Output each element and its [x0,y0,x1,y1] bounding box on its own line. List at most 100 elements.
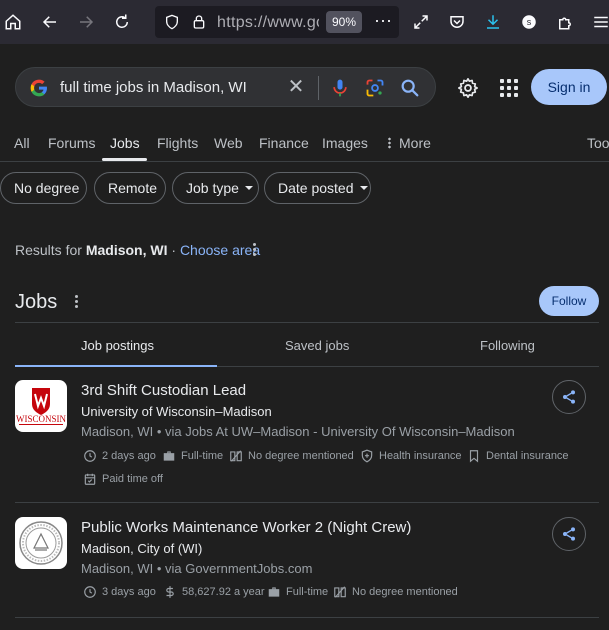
search-box[interactable]: full time jobs in Madison, WI ✕ [15,67,436,107]
pocket-icon[interactable] [445,10,469,34]
sign-in-button[interactable]: Sign in [531,69,607,105]
tab-finance[interactable]: Finance [259,135,309,151]
tab-flights[interactable]: Flights [157,135,198,151]
share-button[interactable] [552,380,586,414]
meta-text: Paid time off [102,473,163,485]
tab-more[interactable]: More [388,135,431,151]
job-meta-posted: 3 days ago [83,585,156,599]
job-card[interactable]: WISCONSIN 3rd Shift Custodian Lead Unive… [15,380,599,490]
back-icon[interactable] [38,10,62,34]
tab-jobs[interactable]: Jobs [110,135,140,151]
share-button[interactable] [552,517,586,551]
results-location: Madison, WI [85,242,168,258]
search-divider [318,76,319,100]
job-title[interactable]: Public Works Maintenance Worker 2 (Night… [81,519,411,536]
choose-area-link[interactable]: Choose area [180,242,260,258]
fullscreen-icon[interactable] [409,10,433,34]
tab-more-label: More [399,135,431,151]
settings-gear-icon[interactable] [457,77,479,99]
job-meta-dental: Dental insurance [467,449,569,463]
job-location-via: Madison, WI • via GovernmentJobs.com [81,561,313,576]
clear-icon[interactable]: ✕ [286,77,306,97]
url-text[interactable]: https://www.google.com [217,14,319,32]
university-logo: WISCONSIN [15,380,67,432]
zoom-level[interactable]: 90% [326,11,362,33]
svg-text:s: s [527,17,532,27]
job-meta-degree: No degree mentioned [229,449,354,463]
job-meta-posted: 2 days ago [83,449,156,463]
dollar-icon [166,586,174,598]
tab-all[interactable]: All [14,135,30,151]
meta-text: Health insurance [379,450,462,462]
chip-remote[interactable]: Remote [94,172,166,204]
subtab-saved-jobs[interactable]: Saved jobs [285,338,349,353]
job-title[interactable]: 3rd Shift Custodian Lead [81,382,246,399]
more-options-icon[interactable] [253,243,257,257]
tab-tools[interactable]: Too [587,135,609,151]
job-card[interactable]: Public Works Maintenance Worker 2 (Night… [15,517,599,607]
chip-label: No degree [14,180,80,196]
apps-grid-icon[interactable] [500,79,518,97]
microphone-icon[interactable] [330,78,350,98]
active-subtab-indicator [15,365,217,367]
results-for: Results for Madison, WI · Choose area [15,242,260,258]
university-logo-text: WISCONSIN [16,414,67,424]
tab-forums[interactable]: Forums [48,135,95,151]
jobs-section-title: Jobs [15,291,58,313]
results-separator: · [167,242,180,258]
subtab-job-postings[interactable]: Job postings [81,338,154,353]
search-input[interactable]: full time jobs in Madison, WI [60,79,247,96]
extensions-icon[interactable] [553,10,577,34]
job-company: University of Wisconsin–Madison [81,404,272,419]
meta-text: 2 days ago [102,450,156,462]
chip-label: Job type [186,180,239,196]
page-actions-icon[interactable]: ··· [371,10,395,34]
shield-icon[interactable] [164,14,180,30]
job-divider [15,502,599,503]
chip-label: Remote [108,180,158,196]
jobs-more-options-icon[interactable] [75,295,79,309]
meta-text: 58,627.92 a year [182,586,265,598]
calendar-icon [84,473,96,485]
city-seal-logo [15,517,67,569]
meta-text: 3 days ago [102,586,156,598]
tab-images[interactable]: Images [322,135,368,151]
url-bar[interactable]: https://www.google.com 90% ··· [155,6,399,38]
home-icon[interactable] [1,10,25,34]
forward-icon[interactable] [74,10,98,34]
account-avatar-icon[interactable]: s [517,10,541,34]
browser-toolbar: https://www.google.com 90% ··· s [0,0,609,44]
chip-no-degree[interactable]: No degree [0,172,87,204]
job-meta-schedule: Full-time [162,449,223,463]
menu-icon[interactable] [589,10,609,34]
results-for-prefix: Results for [15,242,86,258]
job-meta-schedule: Full-time [267,585,328,599]
chip-date-posted[interactable]: Date posted [264,172,371,204]
reload-icon[interactable] [110,10,134,34]
subtab-following[interactable]: Following [480,338,535,353]
download-icon[interactable] [481,10,505,34]
active-tab-indicator [102,158,147,161]
job-meta-salary: 58,627.92 a year [163,585,265,599]
clock-icon [84,450,96,462]
google-logo-icon [30,79,47,97]
jobs-subtabs: Job postings Saved jobs Following [15,322,599,367]
job-meta-pto: Paid time off [83,472,163,486]
dropdown-caret-icon [359,186,368,190]
meta-text: No degree mentioned [352,586,458,598]
job-company: Madison, City of (WI) [81,541,203,556]
search-icon[interactable] [399,77,421,99]
follow-button[interactable]: Follow [539,286,599,316]
tab-web[interactable]: Web [214,135,243,151]
job-meta-health: Health insurance [360,449,462,463]
job-meta-degree: No degree mentioned [333,585,458,599]
job-location-via: Madison, WI • via Jobs At UW–Madison - U… [81,424,515,439]
degree-icon [334,586,346,598]
chip-label: Date posted [278,180,354,196]
lock-icon[interactable] [191,14,207,30]
share-icon [563,390,575,404]
briefcase-icon [163,451,175,461]
google-lens-icon[interactable] [365,78,385,98]
chip-job-type[interactable]: Job type [172,172,259,204]
dropdown-caret-icon [244,186,253,190]
